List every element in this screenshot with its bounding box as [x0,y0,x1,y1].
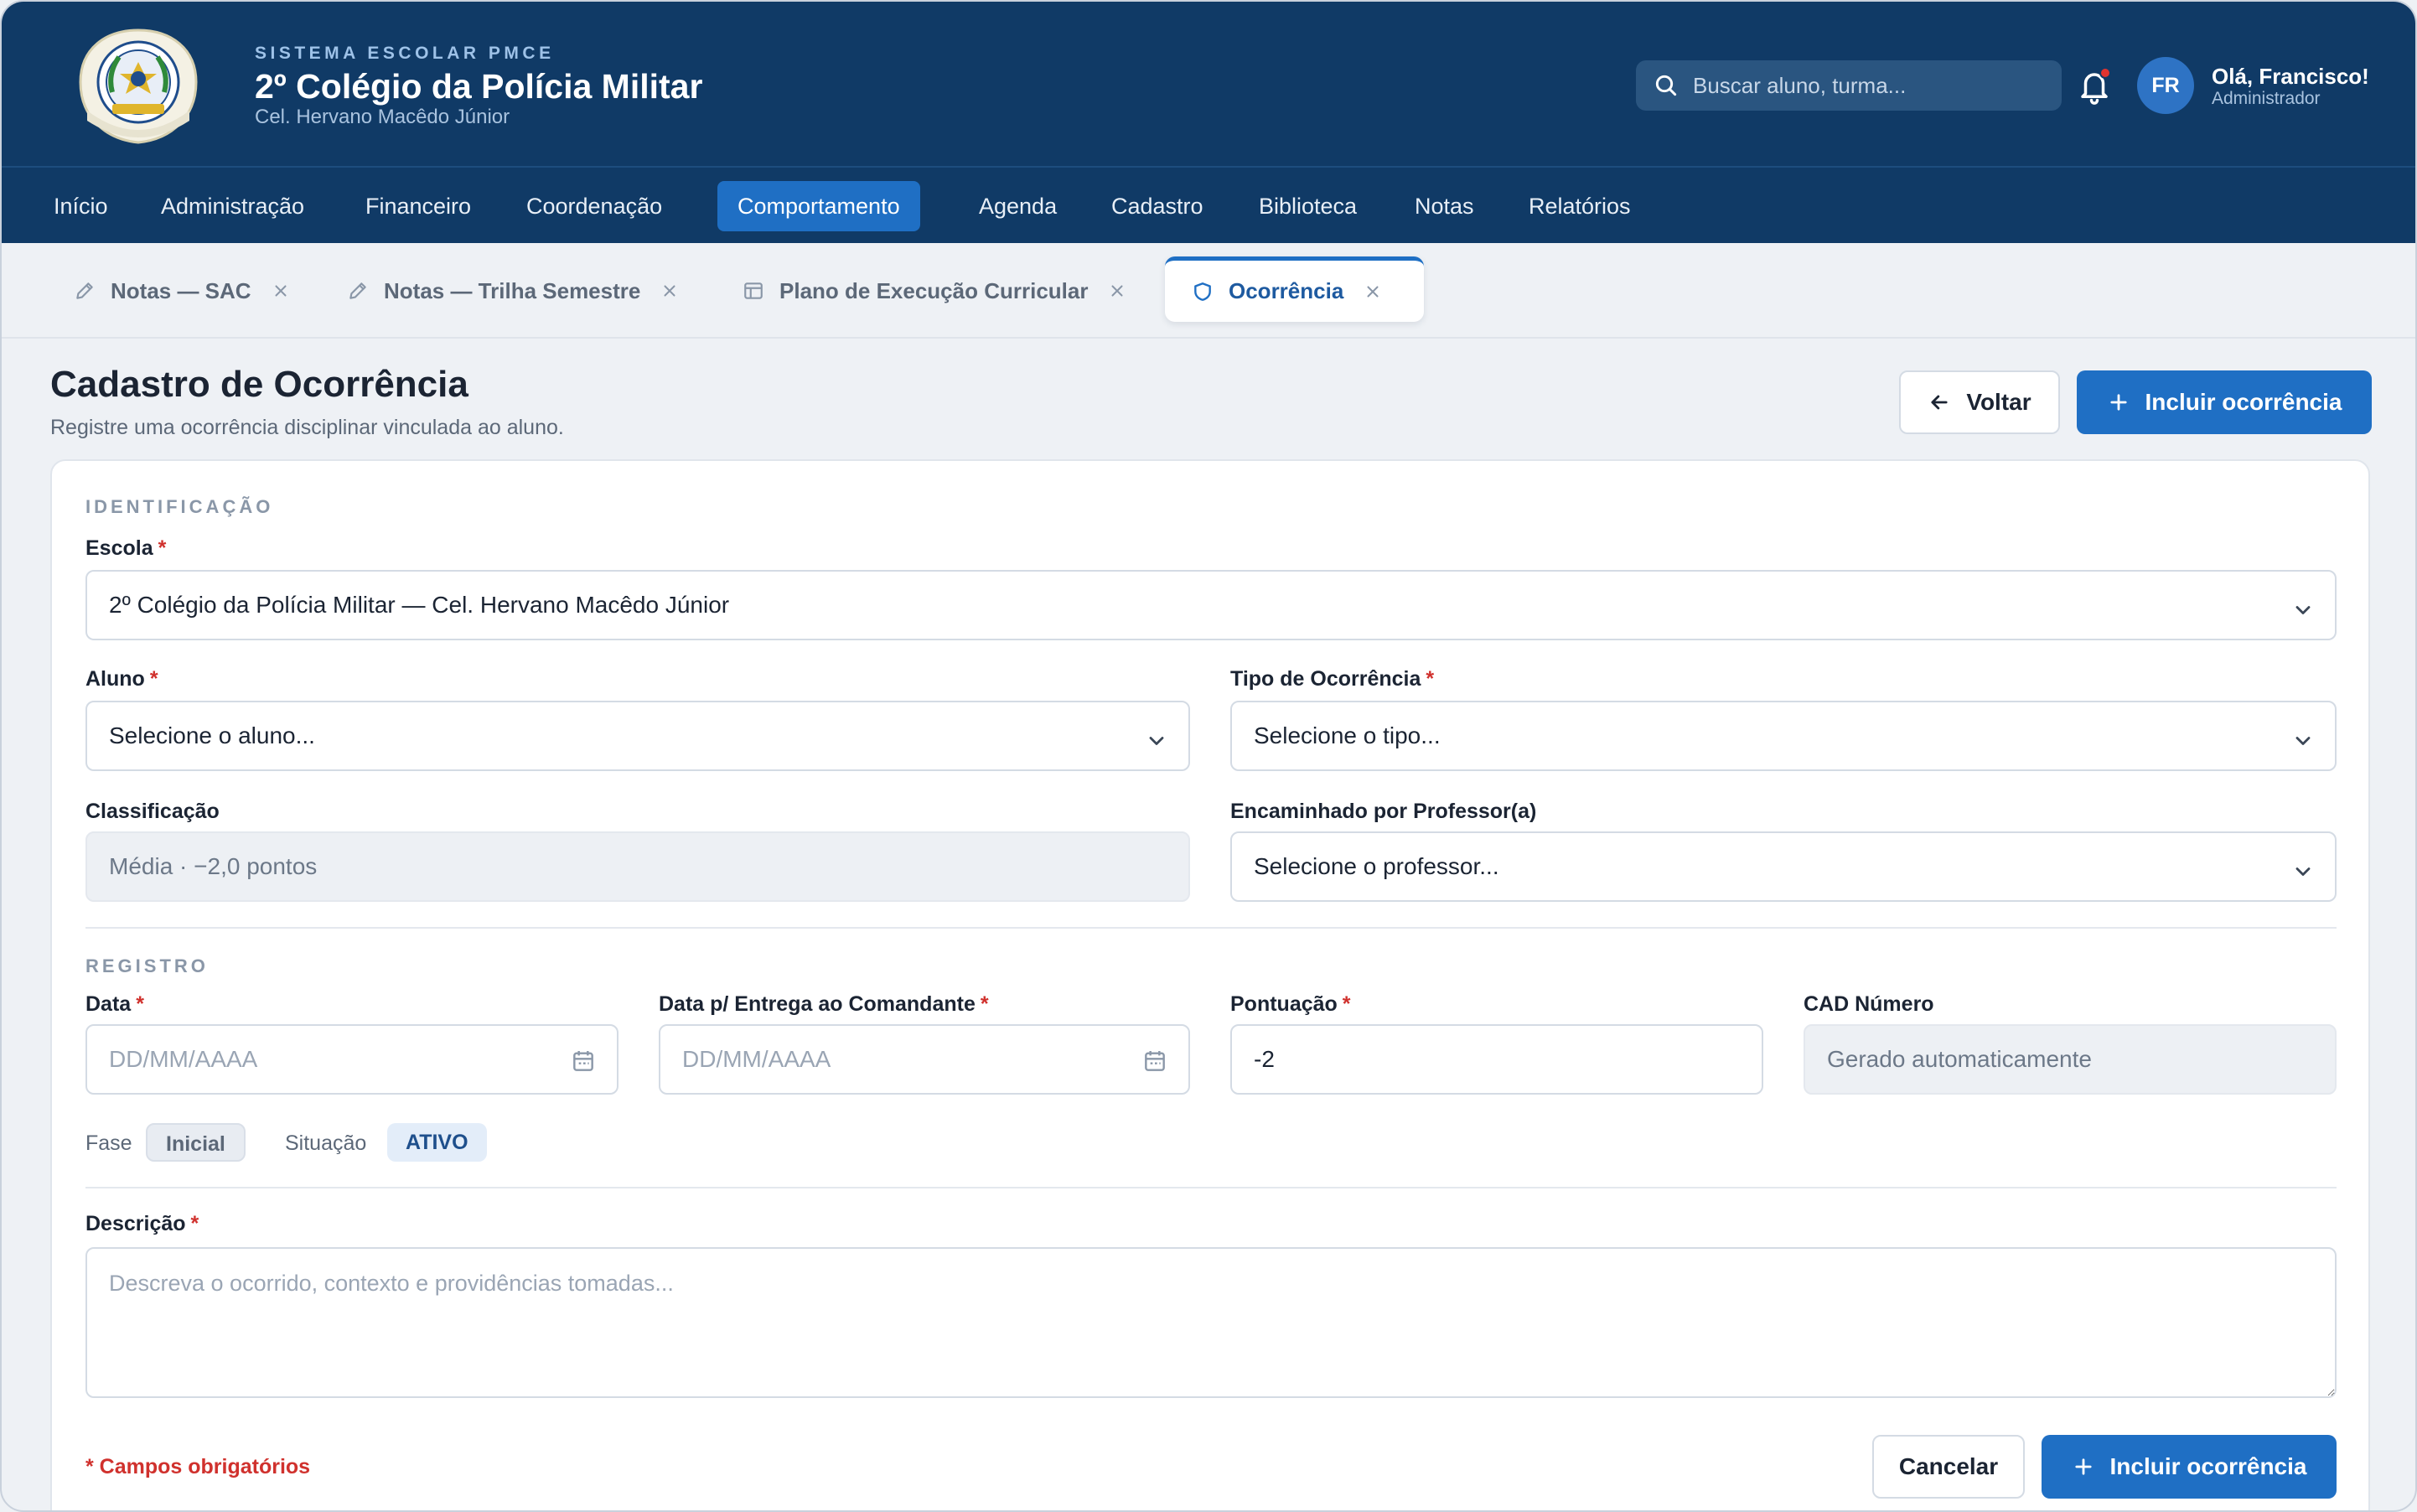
page-subtitle: Registre uma ocorrência disciplinar vinc… [50,416,564,439]
nav-item-relatorios[interactable]: Relatórios [1509,181,1651,231]
professor-placeholder: Selecione o professor... [1254,853,1499,879]
occurrence-form-card: IDENTIFICAÇÃO Escola * 2º Colégio da Polí… [50,459,2370,1510]
tab-notas-sac[interactable]: Notas — SAC [74,258,305,324]
nav-item-inicio[interactable]: Início [34,181,128,231]
nav-item-cadastro[interactable]: Cadastro [1091,181,1224,231]
include-occurrence-bottom-button[interactable]: Incluir ocorrência [2042,1435,2337,1499]
pontuacao-value: -2 [1254,1046,1275,1072]
aluno-select[interactable]: Selecione o aluno... [85,701,1190,771]
tipo-placeholder: Selecione o tipo... [1254,722,1441,748]
user-greeting[interactable]: Olá, Francisco! [2212,64,2369,90]
descricao-textarea[interactable] [85,1247,2337,1398]
data-label: Data * [85,992,144,1016]
classificacao-label: Classificação [85,800,220,823]
nav-item-comportamento[interactable]: Comportamento [717,181,920,231]
tab-label: Ocorrência [1229,278,1344,303]
arrow-left-icon [1931,395,1948,410]
chevron-down-icon [1149,737,1164,745]
search-input[interactable] [1693,72,2028,99]
top-header: SISTEMA ESCOLAR PMCE 2º Colégio da Políc… [2,2,2415,168]
include-occurrence-label: Incluir ocorrência [2145,389,2342,415]
close-tab-icon[interactable] [272,282,290,300]
layout-icon [744,282,763,299]
user-avatar[interactable]: FR [2137,57,2194,114]
close-tab-icon[interactable] [660,282,679,300]
pontuacao-input[interactable]: -2 [1230,1024,1763,1095]
nav-item-financeiro[interactable]: Financeiro [345,181,491,231]
data-placeholder: DD/MM/AAAA [109,1046,258,1072]
tab-label: Notas — Trilha Semestre [384,277,641,303]
nav-item-notas[interactable]: Notas [1395,181,1494,231]
plus-icon [2109,394,2127,411]
page-title: Cadastro de Ocorrência [50,364,468,405]
professor-select[interactable]: Selecione o professor... [1230,831,2337,902]
pencil-icon [76,282,93,299]
calendar-icon[interactable] [1141,1048,1168,1074]
professor-label: Encaminhado por Professor(a) [1230,800,1537,823]
section-divider [85,1187,2337,1188]
chevron-down-icon [2295,606,2311,614]
cancel-button[interactable]: Cancelar [1872,1435,2025,1499]
plus-icon [2074,1458,2092,1475]
nav-item-administracao[interactable]: Administração [141,181,324,231]
back-button[interactable]: Voltar [1899,370,2060,434]
pontuacao-label: Pontuação * [1230,992,1351,1016]
system-eyebrow: SISTEMA ESCOLAR PMCE [255,44,555,63]
cad-numero-value: Gerado automaticamente [1827,1046,2092,1072]
situacao-badge: ATIVO [387,1123,487,1162]
aluno-label: Aluno * [85,667,158,691]
aluno-placeholder: Selecione o aluno... [109,722,315,748]
tab-label: Notas — SAC [111,277,251,303]
close-tab-icon[interactable] [1108,282,1126,300]
section-registro: REGISTRO [85,955,209,976]
close-tab-icon[interactable] [1364,282,1382,301]
nav-item-coordenacao[interactable]: Coordenação [506,181,682,231]
shield-icon [1194,282,1211,301]
pencil-icon [349,282,366,299]
required-fields-note: * Campos obrigatórios [85,1455,311,1478]
tab-label: Plano de Execução Curricular [779,277,1089,303]
fase-label: Fase [85,1131,132,1155]
classificacao-value: Média · −2,0 pontos [109,853,318,879]
include-occurrence-top-button[interactable]: Incluir ocorrência [2077,370,2372,434]
notification-badge [2099,67,2111,79]
section-identificacao: IDENTIFICAÇÃO [85,496,274,517]
search-icon [1655,75,1677,96]
school-title: 2º Colégio da Polícia Militar [255,67,703,106]
escola-label: Escola * [85,536,167,560]
nav-item-agenda[interactable]: Agenda [959,181,1077,231]
data-entrega-placeholder: DD/MM/AAAA [682,1046,831,1072]
include-occurrence-label: Incluir ocorrência [2109,1453,2307,1479]
cad-numero-label: CAD Número [1804,992,1934,1016]
escola-select[interactable]: 2º Colégio da Polícia Militar — Cel. Her… [85,570,2337,640]
cad-numero-field: Gerado automaticamente [1804,1024,2337,1095]
app-window: SISTEMA ESCOLAR PMCE 2º Colégio da Políc… [0,0,2417,1512]
chevron-down-icon [2295,737,2311,745]
user-role: Administrador [2212,89,2321,108]
school-crest-logo [79,28,198,144]
data-entrega-label: Data p/ Entrega ao Comandante * [659,992,989,1016]
tab-ocorrencia[interactable]: Ocorrência [1165,256,1425,322]
escola-value: 2º Colégio da Polícia Militar — Cel. Her… [109,592,730,618]
school-subtitle: Cel. Hervano Macêdo Júnior [255,106,510,128]
cancel-button-label: Cancelar [1898,1453,1999,1479]
main-nav: Início Administração Financeiro Coordena… [2,168,2415,243]
tipo-ocorrencia-select[interactable]: Selecione o tipo... [1230,701,2337,771]
chevron-down-icon [2295,867,2311,876]
descricao-label: Descrição * [85,1212,199,1235]
nav-item-biblioteca[interactable]: Biblioteca [1239,181,1377,231]
data-entrega-input[interactable]: DD/MM/AAAA [659,1024,1190,1095]
tipo-ocorrencia-label: Tipo de Ocorrência * [1230,667,1435,691]
data-input[interactable]: DD/MM/AAAA [85,1024,618,1095]
calendar-icon[interactable] [570,1048,597,1074]
open-tabs-bar: Notas — SAC Notas — Trilha Semestre Plan… [2,243,2415,339]
tab-plano-execucao[interactable]: Plano de Execução Curricular [743,258,1141,324]
section-divider [85,927,2337,929]
tab-notas-trilha[interactable]: Notas — Trilha Semestre [347,258,694,324]
classificacao-field: Média · −2,0 pontos [85,831,1190,902]
fase-badge: Inicial [146,1123,246,1162]
situacao-label: Situação [285,1131,367,1155]
global-search[interactable] [1636,60,2062,111]
back-button-label: Voltar [1966,389,2031,415]
